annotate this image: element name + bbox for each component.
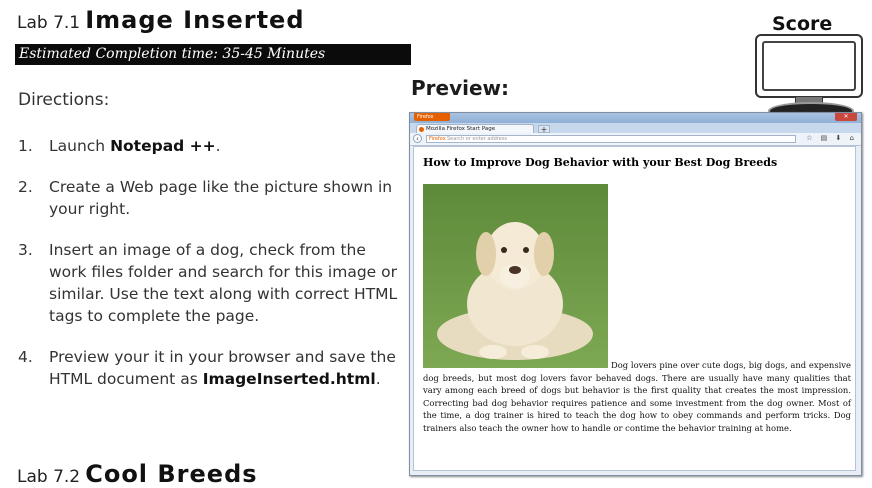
step-text-end: .	[375, 370, 381, 388]
tab-start-page[interactable]: Mozilla Firefox Start Page	[416, 124, 534, 133]
step-bold-text: ImageInserted.html	[202, 370, 376, 388]
lab-7-2-title: Lab 7.2 Cool Breeds	[17, 460, 258, 488]
step-number: 3.	[18, 241, 33, 259]
address-bar[interactable]: Firefox Search or enter address	[426, 135, 796, 143]
back-arrow-icon[interactable]: ‹	[413, 134, 422, 143]
step-text: Insert an image of a dog, check from the…	[49, 241, 398, 325]
monitor-icon	[755, 34, 863, 98]
address-placeholder: Search or enter address	[447, 136, 508, 142]
score-heading: Score	[772, 13, 833, 35]
directions-list: 1. Launch Notepad ++. 2. Create a Web page…	[18, 135, 403, 409]
lab-number: Lab 7.2	[17, 467, 81, 487]
page-heading: How to Improve Dog Behavior with your Be…	[423, 156, 778, 169]
toolbar-icons[interactable]: ☆ ▤ ⬇ ⌂	[806, 134, 857, 142]
step-number: 1.	[18, 137, 33, 155]
step-bold-text: Notepad ++	[110, 137, 216, 155]
step-number: 4.	[18, 348, 33, 366]
close-icon[interactable]: ✕	[835, 113, 857, 121]
estimated-time-text: Estimated Completion time: 35-45 Minutes	[19, 46, 326, 62]
lab-number: Lab 7.1	[17, 13, 81, 33]
preview-heading: Preview:	[411, 76, 510, 100]
browser-preview-window: Firefox ✕ Mozilla Firefox Start Page + ‹…	[409, 112, 862, 476]
lab-name: Cool Breeds	[85, 460, 258, 488]
page-content: How to Improve Dog Behavior with your Be…	[413, 146, 856, 471]
tab-strip: Mozilla Firefox Start Page +	[410, 123, 861, 134]
monitor-screen	[762, 41, 856, 91]
lab-name: Image Inserted	[85, 6, 305, 34]
estimated-time-bar: Estimated Completion time: 35-45 Minutes	[15, 44, 411, 65]
step-item: 2. Create a Web page like the picture sho…	[18, 176, 403, 220]
step-text: Launch	[49, 137, 111, 155]
page-paragraph: Dog lovers pine over cute dogs, big dogs…	[423, 360, 851, 433]
lab-7-1-title: Lab 7.1 Image Inserted	[17, 6, 305, 34]
firefox-favicon-icon	[419, 127, 424, 132]
navigation-toolbar: ‹ Firefox Search or enter address ☆ ▤ ⬇ …	[410, 133, 861, 146]
browser-titlebar: Firefox ✕	[410, 113, 861, 123]
firefox-menu-button[interactable]: Firefox	[414, 113, 450, 121]
step-number: 2.	[18, 178, 33, 196]
url-identity-label: Firefox	[429, 136, 446, 142]
step-item: 3. Insert an image of a dog, check from t…	[18, 239, 403, 327]
step-item: 1. Launch Notepad ++.	[18, 135, 403, 157]
directions-heading: Directions:	[18, 90, 110, 110]
dog-photo	[423, 184, 608, 368]
step-item: 4. Preview your it in your browser and sa…	[18, 346, 403, 390]
tab-title: Mozilla Firefox Start Page	[426, 126, 496, 132]
step-text-end: .	[215, 137, 221, 155]
new-tab-button[interactable]: +	[538, 125, 550, 134]
step-text: Create a Web page like the picture shown…	[49, 178, 393, 218]
